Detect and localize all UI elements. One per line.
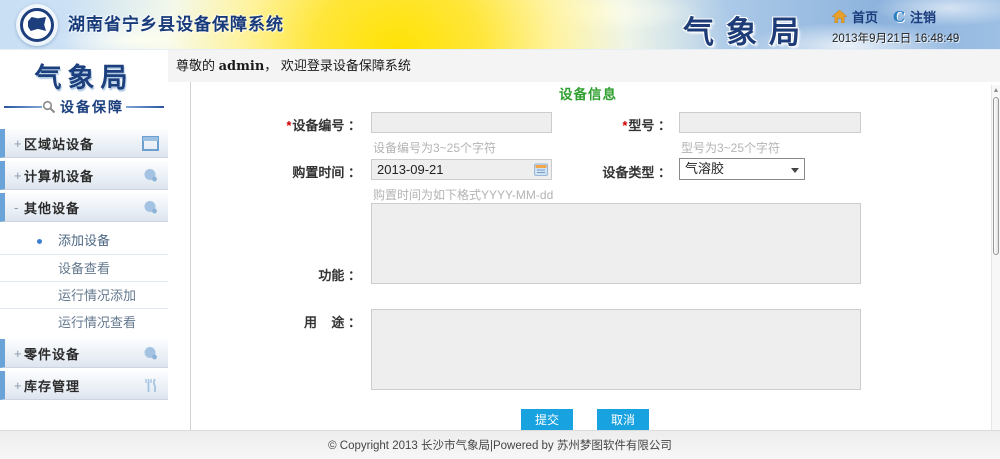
submenu-item-view-device[interactable]: 设备查看 — [0, 254, 168, 281]
model-input[interactable] — [679, 112, 861, 133]
page: 湖南省宁乡县设备保障系统 气象局 首页 C 注销 2013年9月21日 16:4… — [0, 0, 1000, 459]
device-type-label: 设备类型 ： — [521, 162, 671, 181]
expand-indicator: + — [14, 136, 24, 151]
sidebar-submenu-other: 添加设备 设备查看 运行情况添加 运行情况查看 — [0, 225, 168, 339]
submit-button[interactable]: 提交 — [521, 409, 573, 430]
form-title: 设备信息 — [191, 83, 985, 103]
device-type-value: 气溶胶 — [685, 161, 724, 176]
sidebar-item-parts[interactable]: + 零件设备 — [0, 339, 168, 368]
required-mark: * — [622, 118, 627, 133]
expand-indicator: + — [14, 168, 24, 183]
device-no-hint: 设备编号为3~25个字符 — [373, 139, 496, 156]
device-type-select[interactable]: 气溶胶 — [679, 158, 805, 180]
collapse-indicator: - — [14, 200, 24, 215]
sidebar-item-region-station[interactable]: + 区域站设备 — [0, 129, 168, 158]
submenu-item-view-run-status[interactable]: 运行情况查看 — [0, 308, 168, 335]
model-label: *型号 ： — [521, 115, 671, 134]
logo-emblem — [28, 17, 46, 31]
required-mark: * — [286, 118, 291, 133]
copyright-text: © Copyright 2013 长沙市气象局|Powered by 苏州梦图软… — [328, 440, 672, 452]
purchase-date-value: 2013-09-21 — [377, 162, 444, 177]
sidebar-item-inventory[interactable]: + 库存管理 — [0, 371, 168, 400]
function-textarea[interactable] — [371, 203, 861, 284]
system-title: 湖南省宁乡县设备保障系统 — [68, 0, 284, 50]
usage-label: 用 途 ： — [211, 312, 361, 331]
greeting-suffix: ， 欢迎登录设备保障系统 — [264, 58, 411, 73]
home-icon — [832, 10, 847, 23]
sidebar-item-other[interactable]: - 其他设备 — [0, 193, 168, 222]
chevron-down-icon — [791, 168, 799, 173]
sidebar-item-label: 其他设备 — [24, 198, 80, 217]
submenu-item-add-device[interactable]: 添加设备 — [0, 227, 168, 254]
sidebar-item-label: 计算机设备 — [24, 166, 94, 185]
brand-title: 气象局 — [683, 7, 812, 52]
scrollbar-thumb[interactable] — [993, 97, 999, 255]
greeting-bar: 尊敬的 admin， 欢迎登录设备保障系统 — [168, 50, 1000, 82]
sidebar-item-label: 区域站设备 — [24, 134, 94, 153]
expand-indicator: + — [14, 346, 24, 361]
sidebar-menu: + 区域站设备 + 计算机设备 - 其他设备 — [0, 129, 168, 400]
usage-textarea[interactable] — [371, 309, 861, 390]
sidebar-logo-subtitle: 设备保障 — [60, 97, 124, 117]
device-info-panel: 设备信息 *设备编号 ： 设备编号为3~25个字符 *型号 ： 型号为3~25个… — [190, 82, 985, 430]
top-header: 湖南省宁乡县设备保障系统 气象局 首页 C 注销 2013年9月21日 16:4… — [0, 0, 1000, 50]
sidebar: 气象局 设备保障 + 区域站设备 + — [0, 50, 168, 430]
purchase-date-hint: 购置时间为如下格式YYYY-MM-dd — [373, 186, 553, 203]
sidebar-item-label: 库存管理 — [24, 376, 80, 395]
chat-icon — [142, 168, 159, 183]
scrollbar-up-arrow-icon[interactable] — [993, 86, 1000, 95]
datetime-display: 2013年9月21日 16:48:49 — [832, 30, 990, 46]
footer: © Copyright 2013 长沙市气象局|Powered by 苏州梦图软… — [0, 430, 1000, 459]
greeting-prefix: 尊敬的 — [176, 58, 219, 73]
tools-icon — [142, 378, 159, 393]
chat-icon — [142, 346, 159, 361]
submenu-item-add-run-status[interactable]: 运行情况添加 — [0, 281, 168, 308]
logout-icon: C — [893, 8, 905, 26]
magnifier-icon — [42, 100, 56, 114]
sidebar-logo-subtitle-row: 设备保障 — [0, 98, 168, 116]
model-hint: 型号为3~25个字符 — [681, 139, 780, 156]
vertical-scrollbar[interactable] — [991, 85, 1000, 430]
purchase-date-label: 购置时间 ： — [211, 162, 361, 181]
site-logo — [16, 4, 58, 46]
device-no-label: *设备编号 ： — [211, 115, 361, 134]
greeting-username: admin — [219, 59, 265, 74]
logout-link[interactable]: 注销 — [910, 7, 936, 26]
sidebar-logo-title: 气象局 — [0, 56, 168, 95]
expand-indicator: + — [14, 378, 24, 393]
function-label: 功能 ： — [211, 265, 361, 284]
sidebar-item-computer[interactable]: + 计算机设备 — [0, 161, 168, 190]
sidebar-logo: 气象局 设备保障 — [0, 50, 168, 116]
home-link[interactable]: 首页 — [852, 7, 878, 26]
sidebar-item-label: 零件设备 — [24, 344, 80, 363]
header-nav: 首页 C 注销 2013年9月21日 16:48:49 — [832, 7, 990, 46]
cancel-button[interactable]: 取消 — [597, 409, 649, 430]
chat-icon — [142, 200, 159, 215]
window-icon — [142, 136, 159, 151]
